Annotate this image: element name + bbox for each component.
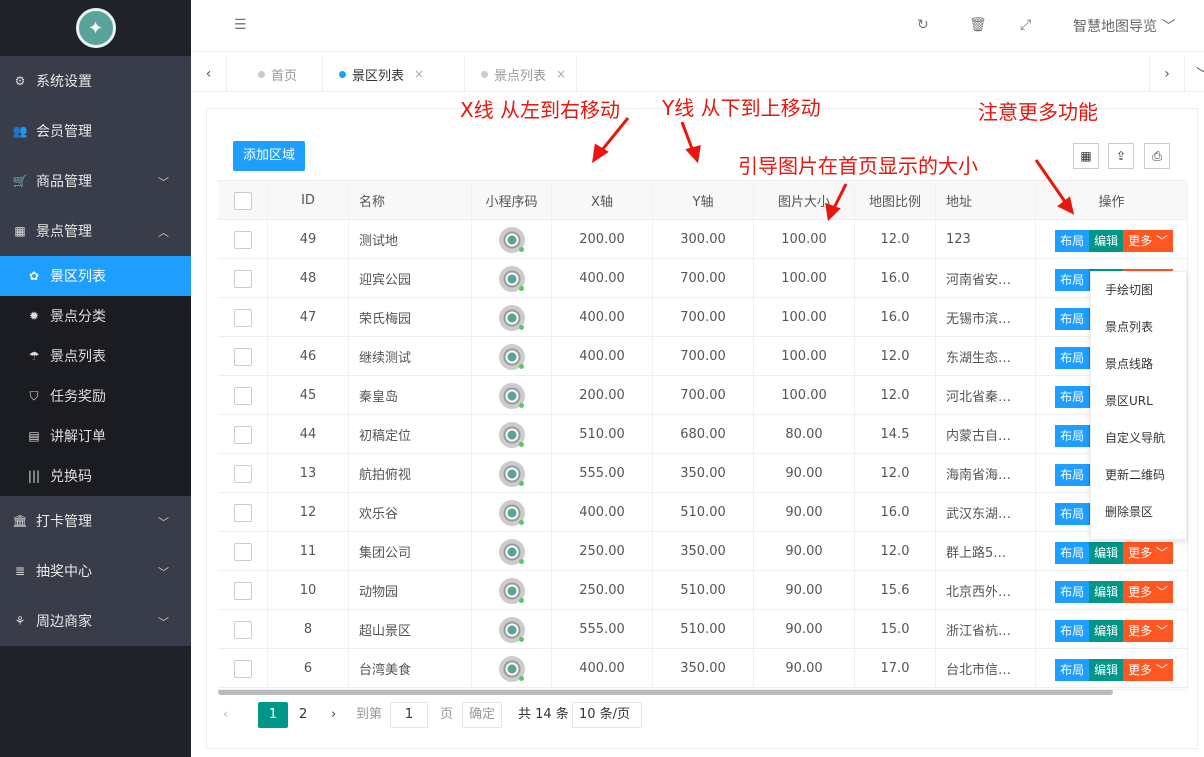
arrow-y-head: [685, 144, 701, 164]
arrow-more-head: [1057, 196, 1075, 215]
arrow-img-head: [825, 202, 841, 222]
arrow-more: [1034, 159, 1070, 207]
annotation-arrows: [592, 117, 1075, 222]
